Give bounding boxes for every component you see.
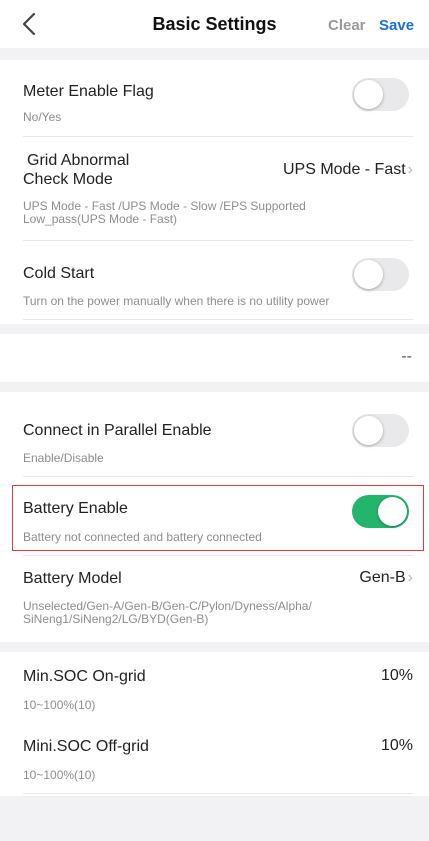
row-divider bbox=[23, 476, 413, 477]
chevron-right-icon: › bbox=[407, 161, 413, 178]
clear-button[interactable]: Clear bbox=[328, 17, 366, 34]
parallel-enable-row: Connect in Parallel Enable Enable/Disabl… bbox=[0, 392, 429, 478]
empty-value: -- bbox=[401, 348, 412, 365]
battery-model-value[interactable]: Gen-B › bbox=[359, 569, 413, 587]
battery-model-row[interactable]: Battery Model Gen-B › Unselected/Gen-A/Ge… bbox=[0, 556, 429, 642]
meter-enable-toggle[interactable] bbox=[352, 78, 409, 111]
settings-card-soc: Min.SOC On-grid 10% 10~100%(10) Mini.SOC… bbox=[0, 652, 429, 796]
row-divider bbox=[23, 793, 413, 794]
grid-abnormal-label-line1: Grid Abnormal bbox=[27, 152, 130, 169]
battery-model-label: Battery Model bbox=[23, 570, 122, 587]
toggle-knob bbox=[378, 497, 407, 526]
toggle-knob bbox=[354, 80, 383, 109]
battery-model-options-line2: SiNeng1/SiNeng2/LG/BYD(Gen-B) bbox=[23, 612, 209, 626]
grid-abnormal-label-line2: Check Mode bbox=[23, 171, 113, 188]
grid-abnormal-row[interactable]: Grid Abnormal Check Mode UPS Mode - Fast… bbox=[0, 137, 429, 241]
grid-abnormal-options-line2: Low_pass(UPS Mode - Fast) bbox=[23, 212, 178, 226]
settings-card-battery: Connect in Parallel Enable Enable/Disabl… bbox=[0, 392, 429, 642]
min-soc-off-grid-value: 10% bbox=[380, 737, 413, 754]
meter-enable-row: Meter Enable Flag No/Yes bbox=[0, 60, 429, 137]
row-divider bbox=[23, 319, 413, 320]
min-soc-off-grid-range: 10~100%(10) bbox=[23, 768, 96, 782]
settings-card-general: Meter Enable Flag No/Yes Grid Abnormal C… bbox=[0, 60, 429, 324]
battery-enable-toggle[interactable] bbox=[352, 495, 409, 528]
empty-value-card: -- bbox=[0, 334, 429, 382]
min-soc-on-grid-row[interactable]: Min.SOC On-grid 10% 10~100%(10) bbox=[0, 652, 429, 724]
min-soc-on-grid-value: 10% bbox=[380, 667, 413, 684]
battery-enable-label: Battery Enable bbox=[23, 500, 128, 517]
parallel-enable-options: Enable/Disable bbox=[23, 451, 104, 465]
battery-model-selected: Gen-B bbox=[359, 569, 406, 586]
cold-start-label: Cold Start bbox=[23, 265, 95, 282]
meter-enable-label: Meter Enable Flag bbox=[23, 83, 154, 100]
grid-abnormal-selected: UPS Mode - Fast bbox=[282, 161, 406, 178]
cold-start-description: Turn on the power manually when there is… bbox=[23, 294, 330, 308]
min-soc-on-grid-label: Min.SOC On-grid bbox=[23, 668, 146, 685]
cold-start-row: Cold Start Turn on the power manually wh… bbox=[0, 241, 429, 324]
min-soc-on-grid-range: 10~100%(10) bbox=[23, 698, 96, 712]
top-navigation-bar: Basic Settings Clear Save bbox=[0, 0, 429, 48]
parallel-enable-label: Connect in Parallel Enable bbox=[23, 422, 212, 439]
save-button[interactable]: Save bbox=[379, 17, 414, 34]
min-soc-off-grid-row[interactable]: Mini.SOC Off-grid 10% 10~100%(10) bbox=[0, 724, 429, 796]
toggle-knob bbox=[354, 416, 383, 445]
min-soc-off-grid-label: Mini.SOC Off-grid bbox=[23, 738, 149, 755]
grid-abnormal-value[interactable]: UPS Mode - Fast › bbox=[283, 161, 413, 179]
chevron-right-icon: › bbox=[407, 569, 413, 586]
cold-start-toggle[interactable] bbox=[352, 258, 409, 291]
battery-enable-description: Battery not connected and battery connec… bbox=[23, 530, 262, 544]
battery-enable-row: Battery Enable Battery not connected and… bbox=[0, 478, 429, 556]
toggle-knob bbox=[354, 260, 383, 289]
meter-enable-options: No/Yes bbox=[23, 110, 62, 124]
parallel-enable-toggle[interactable] bbox=[352, 414, 409, 447]
chevron-left-icon[interactable] bbox=[18, 10, 42, 38]
